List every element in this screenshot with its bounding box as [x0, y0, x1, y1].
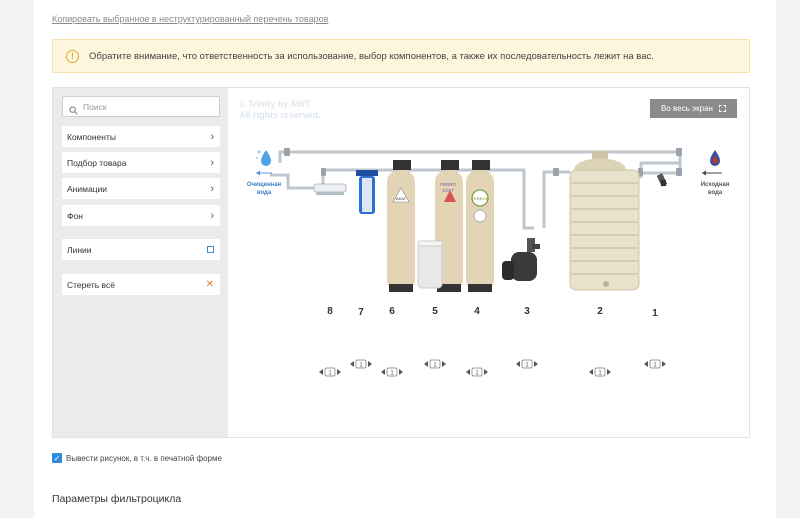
lines-toggle[interactable]: Линии: [62, 239, 220, 260]
sidebar-item-background[interactable]: Фон ›: [62, 205, 220, 226]
reorder-control[interactable]: 1: [424, 359, 446, 369]
position-number: 7: [358, 307, 364, 318]
builder-sidebar: Компоненты › Подбор товара › Анимации › …: [53, 88, 228, 437]
search-input[interactable]: [81, 100, 205, 113]
component-1-inlet-filter[interactable]: [656, 173, 668, 187]
water-treatment-diagram: Очищенная вода Исходная вода FERROX FERR…: [247, 148, 730, 377]
move-left-icon[interactable]: [516, 361, 520, 367]
close-icon: ✕: [205, 279, 214, 290]
component-2-storage-tank[interactable]: [569, 151, 640, 291]
scheme-builder: Компоненты › Подбор товара › Анимации › …: [52, 87, 750, 438]
responsibility-notice: ! Обратите внимание, что ответственность…: [52, 39, 750, 73]
component-6-akat-filter[interactable]: AKAT: [387, 160, 415, 292]
reorder-controls[interactable]: 11111111: [319, 359, 666, 377]
print-option-label: Вывести рисунок, в т.ч. в печатной форме: [66, 453, 222, 463]
component-8-uv-lamp[interactable]: [313, 183, 347, 195]
reorder-control[interactable]: 1: [381, 367, 403, 377]
reorder-control[interactable]: 1: [466, 367, 488, 377]
move-right-icon[interactable]: [442, 361, 446, 367]
chevron-right-icon: ›: [210, 156, 214, 169]
sidebar-item-label: Компоненты: [67, 131, 116, 142]
position-number: 4: [474, 306, 480, 317]
lines-label: Линии: [67, 244, 92, 255]
svg-text:FERROX: FERROX: [472, 196, 489, 201]
inlet-label: Исходная: [701, 182, 730, 188]
position-number: 2: [597, 306, 603, 317]
chevron-right-icon: ›: [210, 182, 214, 195]
move-left-icon[interactable]: [319, 369, 323, 375]
move-left-icon[interactable]: [466, 369, 470, 375]
move-right-icon[interactable]: [484, 369, 488, 375]
clear-all-button[interactable]: Стереть всё ✕: [62, 274, 220, 295]
chevron-right-icon: ›: [210, 209, 214, 222]
move-left-icon[interactable]: [644, 361, 648, 367]
position-number: 6: [389, 306, 395, 317]
reorder-control[interactable]: 1: [516, 359, 538, 369]
outlet-label: Очищенная: [247, 182, 282, 188]
scheme-canvas[interactable]: © Trinity by AWT. All rights reserved. В…: [228, 88, 749, 437]
search-box[interactable]: [62, 96, 220, 117]
move-left-icon[interactable]: [381, 369, 385, 375]
print-option[interactable]: ✓ Вывести рисунок, в т.ч. в печатной фор…: [52, 453, 222, 463]
reorder-control[interactable]: 1: [350, 359, 372, 369]
ferro-badge: FERRO: [440, 182, 456, 187]
lines-checkbox[interactable]: [207, 246, 214, 253]
checkmark-icon[interactable]: ✓: [52, 453, 62, 463]
position-number: 3: [524, 306, 530, 317]
drop-clean-icon: [256, 150, 271, 166]
sidebar-item-label: Фон: [67, 210, 83, 221]
move-right-icon[interactable]: [534, 361, 538, 367]
notice-text: Обратите внимание, что ответственность з…: [89, 50, 654, 62]
akat-badge: AKAT: [396, 196, 407, 201]
ferro-badge: SOFT: [442, 188, 454, 193]
sidebar-item-animations[interactable]: Анимации ›: [62, 178, 220, 199]
sidebar-item-label: Анимации: [67, 183, 108, 194]
sidebar-item-label: Подбор товара: [67, 157, 127, 168]
reorder-control[interactable]: 1: [319, 367, 341, 377]
move-right-icon[interactable]: [399, 369, 403, 375]
component-7-cartridge-filter[interactable]: [356, 170, 378, 214]
move-right-icon[interactable]: [337, 369, 341, 375]
move-left-icon[interactable]: [350, 361, 354, 367]
move-right-icon[interactable]: [607, 369, 611, 375]
inlet-label: вода: [708, 190, 723, 196]
main-panel: Копировать выбранное в неструктурированн…: [34, 0, 776, 518]
component-3-pump[interactable]: [502, 238, 540, 281]
position-number: 8: [327, 306, 333, 317]
arrow-left-icon: [702, 170, 722, 176]
search-icon: [69, 102, 78, 115]
section-title: Параметры фильтроцикла: [52, 493, 182, 505]
exclamation-icon: !: [66, 49, 79, 63]
arrow-left-icon: [256, 170, 272, 176]
copy-list-link[interactable]: Копировать выбранное в неструктурированн…: [52, 14, 328, 24]
outlet-label: вода: [257, 190, 272, 196]
move-right-icon[interactable]: [368, 361, 372, 367]
reorder-control[interactable]: 1: [644, 359, 666, 369]
component-4-ferrox-filter[interactable]: FERROX: [466, 160, 494, 292]
move-right-icon[interactable]: [662, 361, 666, 367]
chevron-right-icon: ›: [210, 130, 214, 143]
move-left-icon[interactable]: [589, 369, 593, 375]
component-5-softener[interactable]: FERRO SOFT: [417, 160, 463, 292]
clear-all-label: Стереть всё: [67, 279, 115, 290]
drop-raw-icon: [710, 150, 720, 166]
position-number: 1: [652, 308, 658, 319]
move-left-icon[interactable]: [424, 361, 428, 367]
sidebar-item-components[interactable]: Компоненты ›: [62, 126, 220, 147]
position-number: 5: [432, 306, 438, 317]
position-numbers: 8 7 6 5 4 3 2 1: [327, 306, 658, 319]
reorder-control[interactable]: 1: [589, 367, 611, 377]
sidebar-item-product-selection[interactable]: Подбор товара ›: [62, 152, 220, 173]
